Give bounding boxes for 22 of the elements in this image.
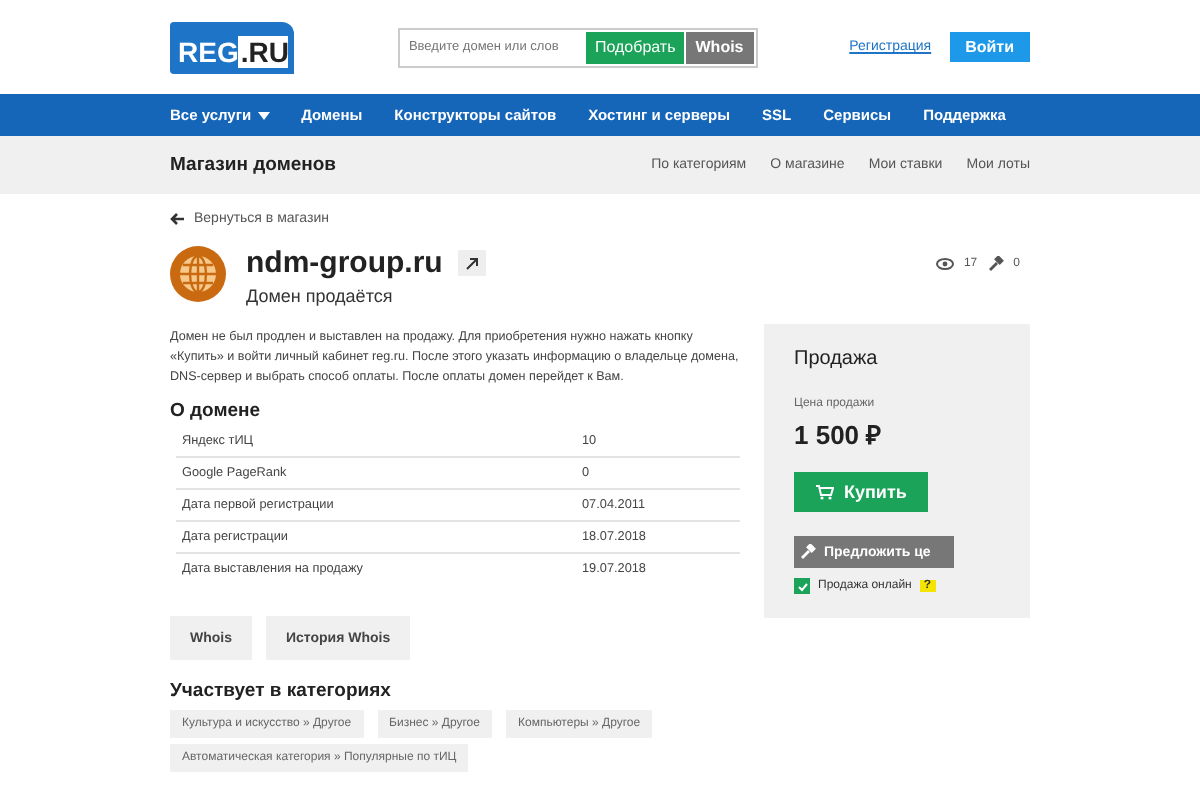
domain-name: ndm-group.ru [246,246,443,280]
price: 1 500 ₽ [794,418,885,452]
external-link-icon [466,257,479,269]
globe-icon [170,246,226,302]
caret-icon [257,111,270,119]
whois-button[interactable]: Whois [685,31,754,63]
external-link-button[interactable] [458,250,487,276]
login-button[interactable]: Войти [949,32,1030,62]
online-checkbox[interactable] [794,578,810,594]
domain-status: Домен продаётся [246,286,395,306]
gavel-icon [800,544,816,560]
categories-title: Участвует в категориях [170,680,393,702]
sale-title: Продажа [794,348,880,370]
section-title: Магазин доменов [170,154,337,176]
eye-icon [935,258,954,270]
cart-icon [816,484,834,500]
about-title: О домене [170,400,263,422]
back-arrow-icon [170,212,184,226]
gavel-icon [987,256,1004,272]
buy-button[interactable]: Купить [794,472,929,512]
logo[interactable]: REG.RU [170,21,295,73]
pick-button[interactable]: Подобрать [586,31,684,63]
